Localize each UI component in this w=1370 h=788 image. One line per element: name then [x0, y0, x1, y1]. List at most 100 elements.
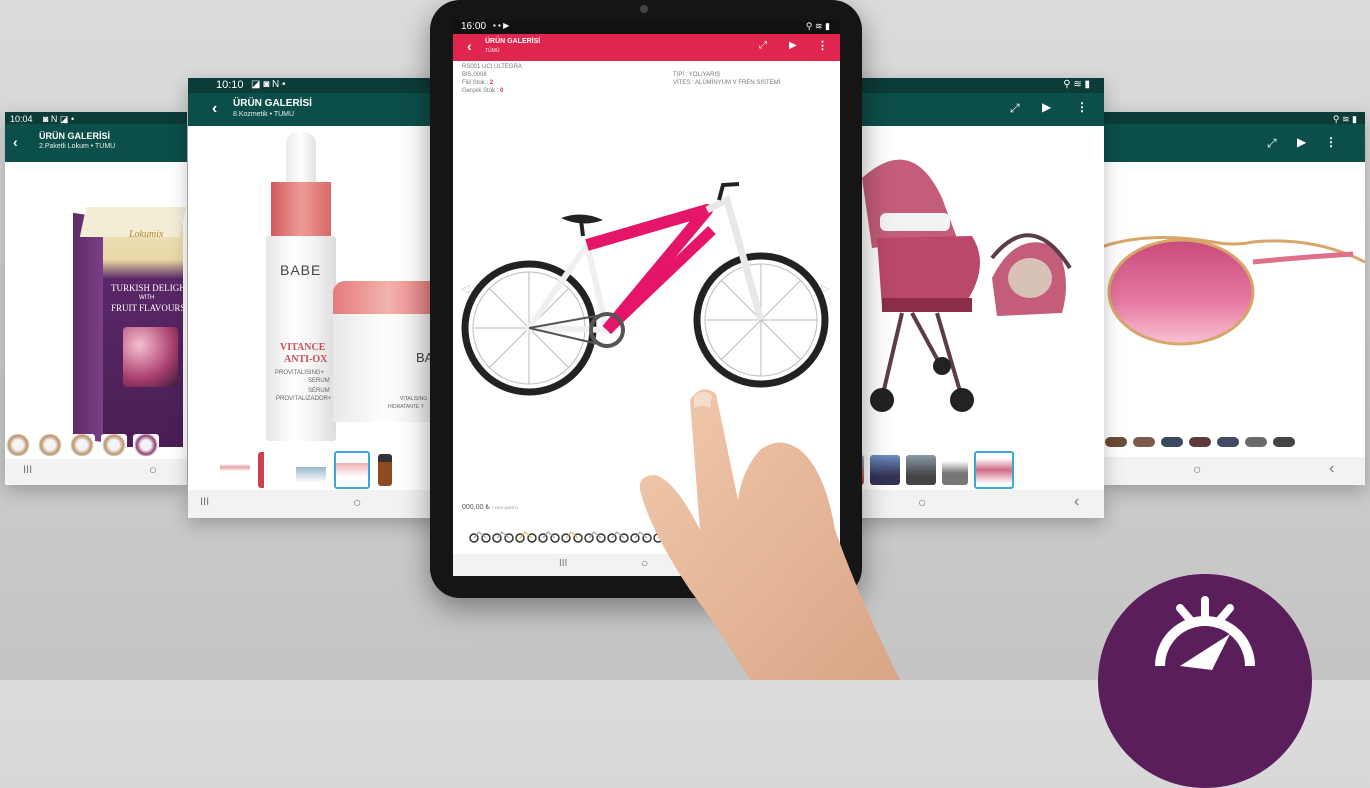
thumbnail[interactable] [220, 455, 250, 485]
stock-fiili-value: 2 [489, 80, 494, 86]
back-arrow-icon[interactable]: ‹ [13, 134, 18, 150]
navigation-bar: ○ ‹ [1103, 457, 1365, 485]
product-line-3: FRUIT FLAVOURS [111, 303, 186, 313]
back-button[interactable]: ‹ [1074, 493, 1079, 511]
fullscreen-icon[interactable]: ⤢ [1267, 136, 1277, 151]
page-title: ÜRÜN GALERİSİ [39, 131, 111, 141]
product-sku: BIS.0008 [462, 72, 487, 78]
compass-gauge-icon [1155, 596, 1255, 670]
navigation-bar: III ○ [5, 459, 187, 485]
product-line-2: WITH [139, 295, 155, 301]
status-bar: 10:10 ◪ ◙ N • [188, 78, 448, 93]
jar-text-2: HIDRATANTE Y [388, 404, 424, 410]
status-bar: 16:00 ▪ ▪ ▶ ⚲ ≋ ▮ [453, 20, 840, 34]
play-icon[interactable]: ▶ [1042, 100, 1051, 114]
fullscreen-icon[interactable]: ⤢ [759, 40, 767, 51]
pointing-hand-image [639, 389, 900, 680]
thumbnail-strip [1103, 432, 1365, 452]
price-suffix: + KDV (ADET) [491, 505, 518, 510]
thumbnail[interactable] [1105, 437, 1127, 447]
thumbnail[interactable] [296, 454, 326, 486]
page-title: ÜRÜN GALERİSİ [485, 38, 541, 45]
product-line-1: TURKISH DELIGHT [111, 283, 187, 293]
status-right-icons: ⚲ ≋ ▮ [805, 21, 830, 31]
page-subtitle: TÜMÜ [485, 48, 500, 54]
thumbnail[interactable] [1189, 437, 1211, 447]
thumbnail[interactable] [906, 455, 936, 485]
play-icon[interactable]: ▶ [789, 40, 797, 51]
thumbnail[interactable] [1161, 437, 1183, 447]
product-name-2: ANTI-OX [284, 354, 328, 365]
play-icon[interactable]: ▶ [1297, 135, 1306, 149]
more-options-icon[interactable]: ⋮ [817, 39, 828, 52]
home-button[interactable]: ○ [353, 494, 361, 510]
thumbnail[interactable] [1245, 437, 1267, 447]
app-bar: ⤢ ▶ ⋮ [842, 93, 1104, 126]
thumbnail[interactable] [5, 434, 31, 456]
thumbnail[interactable] [378, 454, 392, 486]
product-image-sunglasses [1103, 236, 1365, 346]
product-desc-2: SERUM [308, 378, 330, 384]
fullscreen-icon[interactable]: ⤢ [1010, 101, 1020, 116]
thumbnail[interactable] [469, 528, 491, 544]
status-bar: ⚲ ≋ ▮ [1103, 112, 1365, 124]
back-arrow-icon[interactable]: ‹ [467, 38, 472, 54]
thumbnail[interactable] [492, 528, 514, 544]
thumbnail[interactable] [584, 528, 606, 544]
thumbnail[interactable] [101, 434, 127, 456]
front-camera [640, 5, 648, 13]
thumbnail[interactable] [133, 434, 159, 456]
product-brand: BABE [280, 262, 322, 278]
page-title: ÜRÜN GALERİSİ [233, 98, 312, 109]
product-type: TİPİ : YOL/YARIŞ [673, 72, 721, 78]
product-image-serum: BABE VITANCE ANTI-OX PROVITALISING+ SERU… [188, 126, 448, 446]
back-arrow-icon[interactable]: ‹ [212, 100, 217, 118]
status-icons: ▪ ▪ ▶ [493, 21, 510, 30]
recents-button[interactable]: III [200, 496, 209, 508]
thumbnail-strip [188, 450, 448, 490]
status-time: 10:10 [216, 79, 244, 91]
thumbnail[interactable] [69, 434, 95, 456]
thumbnail[interactable] [1217, 437, 1239, 447]
thumbnail[interactable] [258, 452, 288, 488]
status-time: 16:00 [461, 21, 487, 32]
thumbnail[interactable] [942, 455, 968, 485]
status-icons: ◪ ◙ N • [251, 79, 286, 90]
thumbnail[interactable] [515, 528, 537, 544]
price-value: 000,00 ₺ [462, 504, 490, 511]
status-bar: 10:04 ◙ N ◪ • [5, 112, 187, 124]
product-desc-4: PROVITALIZADOR+ [276, 396, 332, 402]
more-options-icon[interactable]: ⋮ [1076, 100, 1088, 114]
product-image-bicycle [461, 182, 829, 396]
home-button[interactable]: ○ [1193, 461, 1201, 477]
thumbnail[interactable] [37, 434, 63, 456]
app-bar: ‹ ÜRÜN GALERİSİ 2.Paketli Lokum • TÜMÜ [5, 124, 187, 162]
status-time: 10:04 [10, 114, 33, 124]
thumbnail[interactable] [607, 528, 629, 544]
more-options-icon[interactable]: ⋮ [1325, 135, 1337, 149]
tablet-screen-cosmetics: 10:10 ◪ ◙ N • ‹ ÜRÜN GALERİSİ 8.Kozmetik… [188, 78, 448, 518]
home-button[interactable]: ○ [149, 462, 157, 477]
navigation-bar: III ○ [188, 490, 448, 518]
product-image-lokum-box: Lokumix TURKISH DELIGHT WITH FRUIT FLAVO… [73, 207, 187, 452]
page-subtitle: 2.Paketli Lokum • TÜMÜ [39, 143, 116, 150]
product-brand: Lokumix [129, 229, 164, 240]
recents-button[interactable]: III [559, 558, 567, 569]
thumbnail[interactable] [538, 528, 560, 544]
status-icons: ⚲ ≋ ▮ [1063, 79, 1090, 90]
thumbnail-selected[interactable] [334, 451, 370, 489]
recents-button[interactable]: III [23, 464, 32, 476]
thumbnail[interactable] [561, 528, 583, 544]
back-button[interactable]: ‹ [1329, 460, 1334, 478]
thumbnail-strip [5, 430, 187, 460]
app-bar: ⤢ ▶ ⋮ [1103, 124, 1365, 162]
stock-gercek: Gerçek Stok : 0 [462, 87, 522, 95]
thumbnail[interactable] [1273, 437, 1295, 447]
home-button[interactable]: ○ [918, 494, 926, 510]
thumbnail[interactable] [1133, 437, 1155, 447]
page-subtitle: 8.Kozmetik • TÜMÜ [233, 111, 295, 118]
product-code: RS001 UCI ULTEGRA [462, 64, 522, 70]
thumbnail-selected[interactable] [974, 451, 1014, 489]
product-gear: VİTES : ALÜMİNYUM V FREN SİSTEMİ [673, 80, 781, 86]
app-bar: ‹ ÜRÜN GALERİSİ TÜMÜ ⤢ ▶ ⋮ [453, 34, 840, 61]
